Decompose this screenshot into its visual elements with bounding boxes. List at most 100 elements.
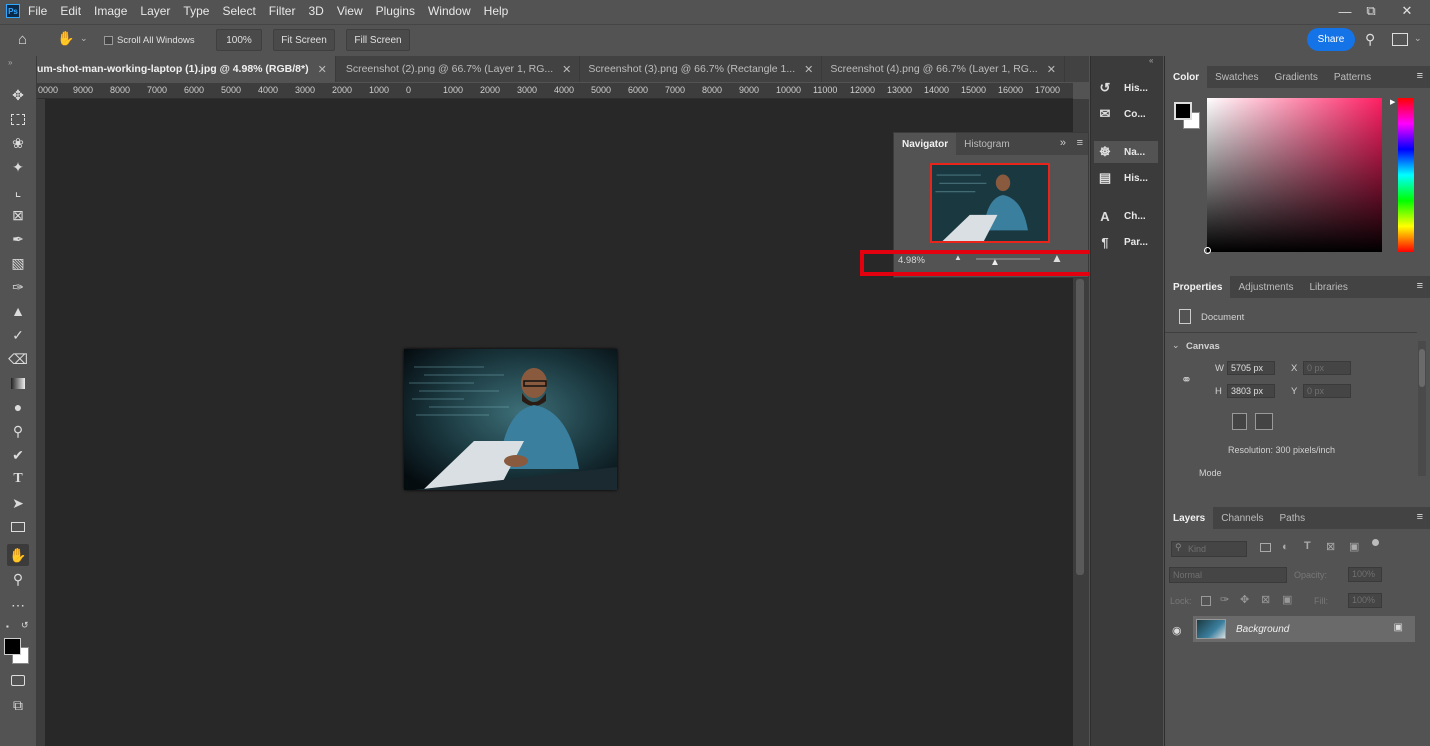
tab-paths[interactable]: Paths [1272, 507, 1314, 529]
lock-artboard-icon[interactable]: ⊠ [1261, 593, 1270, 606]
magic-wand-tool-icon[interactable]: ✦ [7, 156, 29, 178]
filter-adjustment-icon[interactable]: ◐ [1282, 541, 1289, 553]
width-field[interactable]: 5705 px [1227, 361, 1275, 375]
brush-tool-icon[interactable]: ✑ [7, 276, 29, 298]
filter-type-icon[interactable]: T [1304, 540, 1311, 552]
history-brush-tool-icon[interactable]: ✓ [7, 324, 29, 346]
gradient-tool-icon[interactable] [7, 372, 29, 394]
filter-smart-object-icon[interactable]: ▣ [1349, 540, 1359, 553]
navigator-view-box[interactable] [930, 163, 1050, 243]
tab-adjustments[interactable]: Adjustments [1230, 276, 1301, 298]
menu-filter[interactable]: Filter [269, 4, 296, 18]
collapse-strip-icon[interactable]: « [1149, 56, 1153, 65]
scroll-all-windows-checkbox[interactable] [104, 36, 113, 45]
quick-mask-icon[interactable] [7, 669, 29, 691]
link-dimensions-icon[interactable]: ⚭ [1181, 372, 1192, 388]
landscape-orientation-icon[interactable] [1255, 413, 1273, 430]
strip-paragraph[interactable]: ¶ Par... [1094, 231, 1158, 253]
eraser-tool-icon[interactable]: ⌫ [7, 348, 29, 370]
menu-file[interactable]: File [28, 4, 47, 18]
tab-document-4[interactable]: Screenshot (4).png @ 66.7% (Layer 1, RG.… [822, 56, 1065, 82]
y-field[interactable]: 0 px [1303, 384, 1351, 398]
chevron-down-icon[interactable]: ⌄ [1172, 340, 1180, 351]
portrait-orientation-icon[interactable] [1232, 413, 1247, 430]
lock-transparent-icon[interactable] [1201, 596, 1211, 606]
blur-tool-icon[interactable]: ● [7, 396, 29, 418]
tab-document-3[interactable]: Screenshot (3).png @ 66.7% (Rectangle 1.… [580, 56, 823, 82]
chevron-down-icon[interactable]: ⌄ [80, 33, 88, 44]
panel-menu-icon[interactable]: ≡ [1417, 280, 1423, 292]
workspace-chevron-icon[interactable]: ⌄ [1414, 33, 1422, 44]
filter-toggle[interactable] [1372, 539, 1379, 546]
strip-history[interactable]: ↺ His... [1094, 77, 1158, 99]
tab-patterns[interactable]: Patterns [1326, 66, 1379, 88]
pen-tool-icon[interactable]: ✔ [7, 444, 29, 466]
menu-image[interactable]: Image [94, 4, 127, 18]
marquee-tool-icon[interactable] [7, 108, 29, 130]
zoom-tool-icon[interactable]: ⚲ [7, 568, 29, 590]
close-tab-icon[interactable]: ✕ [1047, 63, 1056, 76]
x-field[interactable]: 0 px [1303, 361, 1351, 375]
layer-row-background[interactable]: Background ▣ [1193, 616, 1415, 642]
hue-slider[interactable] [1398, 98, 1414, 252]
properties-scrollbar-thumb[interactable] [1419, 349, 1425, 387]
close-window-icon[interactable]: ✕ [1392, 0, 1422, 22]
stamp-tool-icon[interactable]: ▲ [7, 300, 29, 322]
tab-channels[interactable]: Channels [1213, 507, 1271, 529]
fill-screen-button[interactable]: Fill Screen [346, 29, 410, 51]
panel-menu-icon[interactable]: ≡ [1417, 511, 1423, 523]
color-picker-cursor[interactable] [1204, 247, 1211, 254]
eyedropper-tool-icon[interactable]: ✒ [7, 228, 29, 250]
tab-swatches[interactable]: Swatches [1207, 66, 1266, 88]
eye-visibility-icon[interactable]: ◉ [1172, 624, 1182, 637]
tab-color[interactable]: Color [1165, 66, 1208, 88]
fit-screen-button[interactable]: Fit Screen [273, 29, 335, 51]
collapse-icon[interactable]: » [8, 58, 12, 67]
menu-help[interactable]: Help [484, 4, 509, 18]
blend-mode-select[interactable]: Normal [1169, 567, 1287, 583]
panel-menu-icon[interactable]: ≡ [1417, 70, 1423, 82]
menu-plugins[interactable]: Plugins [376, 4, 415, 18]
fill-field[interactable]: 100% [1348, 593, 1382, 608]
close-tab-icon[interactable]: ✕ [562, 63, 571, 76]
filter-pixel-icon[interactable] [1260, 543, 1271, 552]
menu-3d[interactable]: 3D [308, 4, 323, 18]
tab-document-2[interactable]: Screenshot (2).png @ 66.7% (Layer 1, RG.… [336, 56, 581, 82]
close-tab-icon[interactable]: ✕ [804, 63, 813, 76]
crop-tool-icon[interactable]: ⌞ [7, 180, 29, 202]
height-field[interactable]: 3803 px [1227, 384, 1275, 398]
restore-icon[interactable]: ⧉ [1356, 0, 1386, 22]
move-tool-icon[interactable]: ✥ [7, 84, 29, 106]
workspace-icon[interactable] [1392, 33, 1408, 46]
filter-shape-icon[interactable]: ⊠ [1326, 540, 1335, 553]
panel-menu-icon[interactable]: ≡ [1077, 137, 1083, 149]
scrollbar-thumb[interactable] [1076, 279, 1084, 575]
search-icon[interactable]: ⚲ [1365, 31, 1383, 49]
lasso-tool-icon[interactable]: ❀ [7, 132, 29, 154]
color-fg-swatch[interactable] [1174, 102, 1192, 120]
type-tool-icon[interactable]: T [7, 468, 29, 490]
strip-character[interactable]: A Ch... [1094, 205, 1158, 227]
menu-select[interactable]: Select [222, 4, 255, 18]
layer-filter-kind[interactable]: Kind [1171, 541, 1247, 557]
strip-navigator[interactable]: ☸ Na... [1094, 141, 1158, 163]
tab-libraries[interactable]: Libraries [1302, 276, 1356, 298]
menu-type[interactable]: Type [183, 4, 209, 18]
more-tools-icon[interactable]: ⋯ [7, 594, 29, 616]
document-image[interactable] [404, 349, 617, 490]
swap-colors-icon[interactable]: ↺ [21, 620, 29, 631]
lock-position-icon[interactable]: ✥ [1240, 593, 1249, 606]
rectangle-tool-icon[interactable] [7, 516, 29, 538]
zoom-100-button[interactable]: 100% [216, 29, 262, 51]
strip-histogram[interactable]: ▤ His... [1094, 167, 1158, 189]
color-picker-field[interactable] [1207, 98, 1382, 252]
lock-pixels-icon[interactable]: ✑ [1220, 593, 1229, 606]
menu-layer[interactable]: Layer [140, 4, 170, 18]
tab-navigator[interactable]: Navigator [894, 133, 957, 155]
tab-document-1[interactable]: um-shot-man-working-laptop (1).jpg @ 4.9… [37, 56, 336, 82]
tab-layers[interactable]: Layers [1165, 507, 1214, 529]
menu-view[interactable]: View [337, 4, 363, 18]
menu-window[interactable]: Window [428, 4, 471, 18]
tab-gradients[interactable]: Gradients [1266, 66, 1325, 88]
close-tab-icon[interactable]: ✕ [318, 63, 327, 76]
